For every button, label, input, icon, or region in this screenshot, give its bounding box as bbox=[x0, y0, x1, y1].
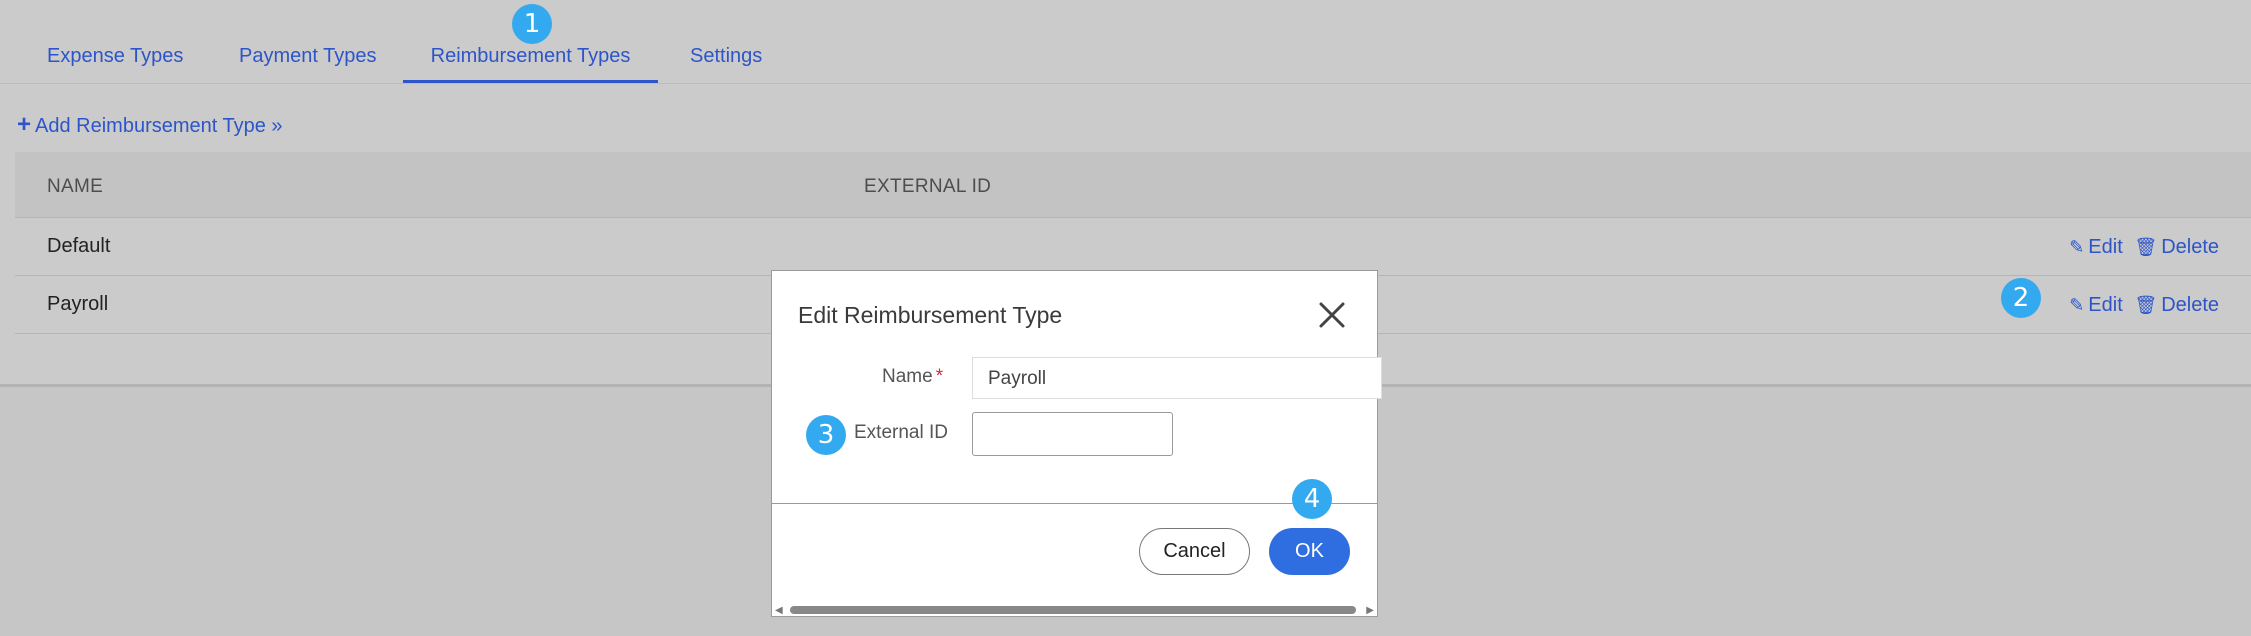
edit-button[interactable]: ✎ Edit bbox=[2069, 236, 2123, 259]
delete-button[interactable]: 🗑 Delete bbox=[2134, 294, 2219, 317]
tab-expense-types[interactable]: Expense Types bbox=[47, 45, 183, 83]
step-marker-2: 2 bbox=[2001, 278, 2041, 318]
add-reimbursement-type-link[interactable]: + Add Reimbursement Type » bbox=[17, 111, 283, 139]
cancel-button[interactable]: Cancel bbox=[1139, 528, 1250, 575]
row-name: Payroll bbox=[47, 293, 109, 315]
row-actions: ✎ Edit 🗑 Delete bbox=[2069, 294, 2219, 317]
row-actions: ✎ Edit 🗑 Delete bbox=[2069, 236, 2219, 259]
horizontal-scrollbar[interactable]: ◀ ▶ bbox=[772, 604, 1377, 616]
row-name: Default bbox=[47, 235, 111, 257]
edit-label: Edit bbox=[2088, 236, 2123, 258]
name-field[interactable]: Payroll bbox=[972, 357, 1382, 399]
step-marker-1: 1 bbox=[512, 4, 552, 44]
delete-button[interactable]: 🗑 Delete bbox=[2134, 236, 2219, 259]
column-header-name: NAME bbox=[47, 176, 104, 197]
tab-payment-types[interactable]: Payment Types bbox=[239, 45, 376, 83]
trash-icon: 🗑 bbox=[2134, 295, 2158, 315]
name-label-text: Name bbox=[882, 366, 933, 387]
trash-icon: 🗑 bbox=[2134, 237, 2158, 257]
table-header: NAME EXTERNAL ID bbox=[15, 152, 2251, 218]
scroll-left-icon[interactable]: ◀ bbox=[775, 605, 783, 616]
external-id-field[interactable] bbox=[972, 412, 1173, 456]
tab-settings[interactable]: Settings bbox=[690, 45, 762, 83]
column-header-external-id: EXTERNAL ID bbox=[864, 176, 992, 197]
edit-label: Edit bbox=[2088, 294, 2123, 316]
dialog-divider bbox=[772, 503, 1377, 504]
edit-reimbursement-type-dialog: Edit Reimbursement Type Name * Payroll Ex… bbox=[771, 270, 1382, 617]
external-id-label: External ID bbox=[854, 422, 948, 443]
required-marker: * bbox=[935, 366, 944, 387]
delete-label: Delete bbox=[2161, 294, 2219, 316]
scroll-right-icon[interactable]: ▶ bbox=[1366, 605, 1374, 616]
tab-bar: Expense Types Payment Types Reimbursemen… bbox=[0, 0, 2251, 84]
tab-reimbursement-types[interactable]: Reimbursement Types bbox=[403, 45, 658, 83]
edit-button[interactable]: ✎ Edit bbox=[2069, 294, 2123, 317]
ok-button[interactable]: OK bbox=[1269, 528, 1350, 575]
step-marker-4: 4 bbox=[1292, 479, 1332, 519]
plus-icon: + bbox=[17, 111, 32, 138]
pencil-icon: ✎ bbox=[2069, 237, 2085, 257]
step-marker-3: 3 bbox=[806, 415, 846, 455]
name-label: Name * bbox=[882, 366, 943, 388]
delete-label: Delete bbox=[2161, 236, 2219, 258]
close-icon[interactable] bbox=[1316, 299, 1348, 331]
table-row: Default ✎ Edit 🗑 Delete bbox=[15, 218, 2251, 276]
dialog-title: Edit Reimbursement Type bbox=[798, 302, 1063, 328]
add-link-label: Add Reimbursement Type » bbox=[35, 115, 283, 137]
pencil-icon: ✎ bbox=[2069, 295, 2085, 315]
scrollbar-thumb[interactable] bbox=[790, 606, 1356, 614]
